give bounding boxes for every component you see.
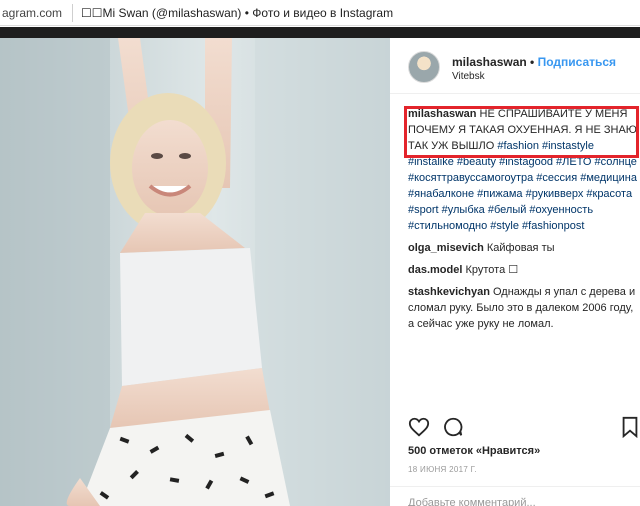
address-bar-url[interactable]: agram.com — [0, 6, 62, 20]
add-comment-field[interactable]: Добавьте комментарий... — [390, 486, 640, 506]
post-header: milashaswan • Подписаться Vitebsk — [390, 38, 640, 94]
comment-item: stashkevichyan Однажды я упал с дерева и… — [408, 284, 640, 332]
likes-count[interactable]: 500 отметок «Нравится» — [408, 445, 540, 457]
separator-dot: • — [530, 55, 535, 69]
post-photo[interactable] — [0, 38, 390, 506]
browser-tab-title[interactable]: ☐☐Mi Swan (@milashaswan) • Фото и видео … — [81, 6, 393, 20]
browser-tab-bar: agram.com ☐☐Mi Swan (@milashaswan) • Фот… — [0, 0, 640, 26]
post-details-panel: milashaswan • Подписаться Vitebsk milash… — [390, 38, 640, 506]
post-actions-bar — [408, 416, 640, 440]
location-link[interactable]: Vitebsk — [452, 71, 485, 82]
speech-bubble-icon[interactable] — [442, 416, 464, 443]
post-date: 18 ИЮНЯ 2017 Г. — [408, 465, 477, 474]
comments-list: milashaswan НЕ СПРАШИВАЙТЕ У МЕНЯ ПОЧЕМУ… — [404, 106, 640, 332]
heart-icon[interactable] — [408, 416, 430, 443]
follow-button[interactable]: Подписаться — [538, 55, 616, 69]
comment-text: Кайфовая ты — [483, 242, 555, 254]
caption-highlight-box — [404, 106, 639, 158]
bookmark-icon[interactable] — [620, 416, 640, 443]
post-photo-illustration — [0, 38, 390, 506]
caption-hashtags[interactable]: #instalike #beauty #instagood #ЛЕТО #сол… — [408, 154, 640, 234]
author-username-link[interactable]: milashaswan — [452, 55, 527, 69]
comment-username-link[interactable]: das.model — [408, 264, 462, 276]
add-comment-placeholder[interactable]: Добавьте комментарий... — [408, 497, 536, 506]
post-header-line: milashaswan • Подписаться — [452, 55, 616, 69]
comment-item: olga_misevich Кайфовая ты — [408, 240, 640, 256]
avatar[interactable] — [408, 51, 440, 83]
tab-divider — [72, 3, 74, 22]
comment-username-link[interactable]: olga_misevich — [408, 242, 484, 254]
comment-username-link[interactable]: stashkevichyan — [408, 286, 490, 298]
comment-item: das.model Крутота ☐ — [408, 262, 640, 278]
comment-text: Крутота ☐ — [462, 264, 519, 276]
post-caption: milashaswan НЕ СПРАШИВАЙТЕ У МЕНЯ ПОЧЕМУ… — [404, 106, 640, 234]
